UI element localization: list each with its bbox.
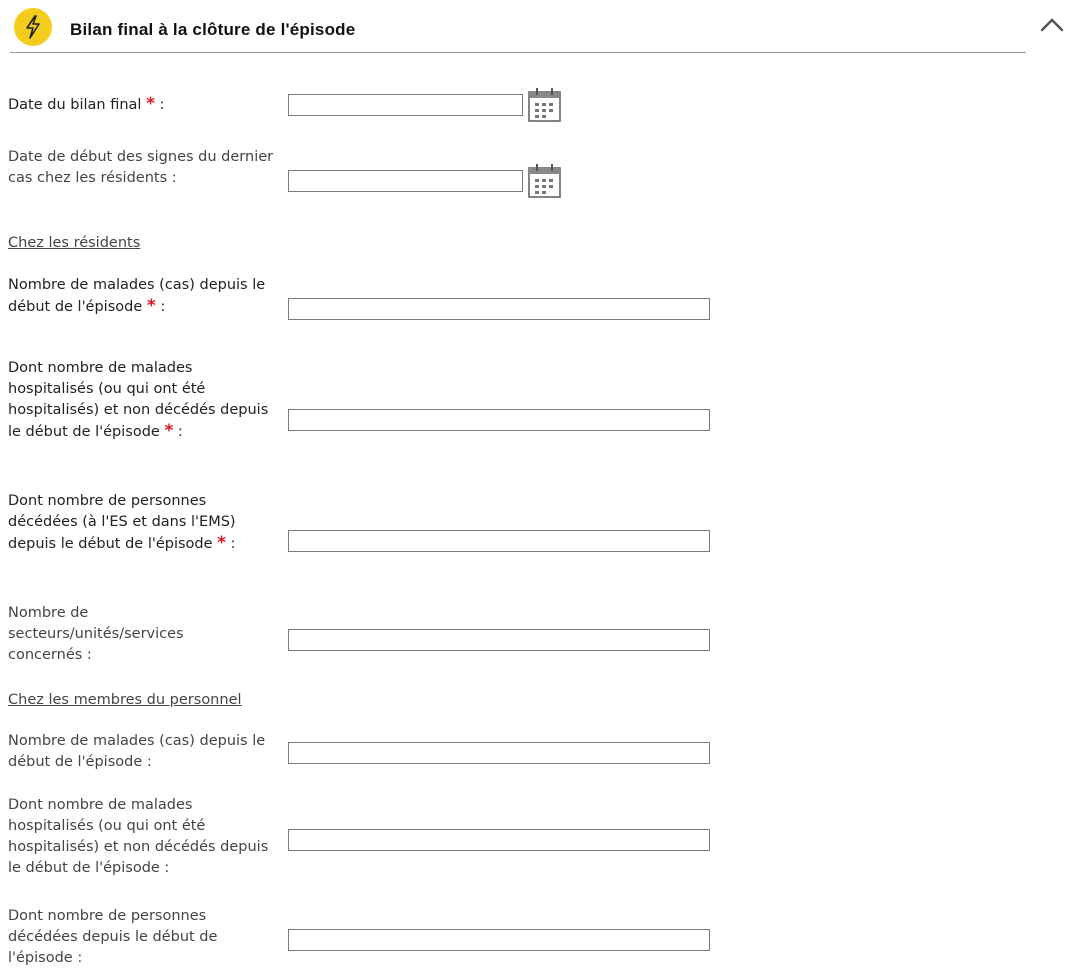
date-debut-signes-label: Date de début des signes du dernier cas … — [8, 149, 274, 186]
lightning-icon — [26, 15, 40, 39]
pers-hospitalises-input[interactable] — [288, 829, 710, 851]
calendar-icon[interactable] — [527, 87, 563, 127]
res-secteurs-input[interactable] — [288, 629, 710, 651]
required-marker: * — [146, 296, 156, 316]
residents-heading: Chez les résidents — [8, 235, 141, 251]
required-marker: * — [164, 421, 174, 441]
personnel-heading: Chez les membres du personnel — [8, 692, 242, 708]
pers-hospitalises-label: Dont nombre de malades hospitalisés (ou … — [8, 797, 269, 876]
section-badge — [14, 8, 52, 46]
pers-decedes-label: Dont nombre de personnes décédées depuis… — [8, 908, 218, 966]
res-decedes-input[interactable] — [288, 530, 710, 552]
date-bilan-input[interactable] — [288, 94, 523, 116]
section-header: Bilan final à la clôture de l'épisode — [10, 0, 1026, 53]
collapse-button[interactable] — [1038, 12, 1066, 36]
pers-malades-label: Nombre de malades (cas) depuis le début … — [8, 733, 266, 770]
section-title: Bilan final à la clôture de l'épisode — [70, 20, 356, 39]
required-marker: * — [146, 94, 155, 114]
res-decedes-label: Dont nombre de personnes décédées (à l'E… — [8, 493, 236, 553]
res-malades-label: Nombre de malades (cas) depuis le début … — [8, 277, 266, 316]
res-malades-input[interactable] — [288, 298, 710, 320]
calendar-icon[interactable] — [527, 163, 563, 203]
res-hospitalises-label: Dont nombre de malades hospitalisés (ou … — [8, 360, 269, 441]
date-debut-signes-input[interactable] — [288, 170, 523, 192]
required-marker: * — [217, 533, 227, 553]
res-hospitalises-input[interactable] — [288, 409, 710, 431]
pers-malades-input[interactable] — [288, 742, 710, 764]
pers-decedes-input[interactable] — [288, 929, 710, 951]
res-secteurs-label: Nombre de secteurs/unités/services conce… — [8, 605, 184, 663]
date-bilan-label: Date du bilan final * : — [8, 94, 165, 114]
chevron-up-icon — [1040, 18, 1064, 32]
